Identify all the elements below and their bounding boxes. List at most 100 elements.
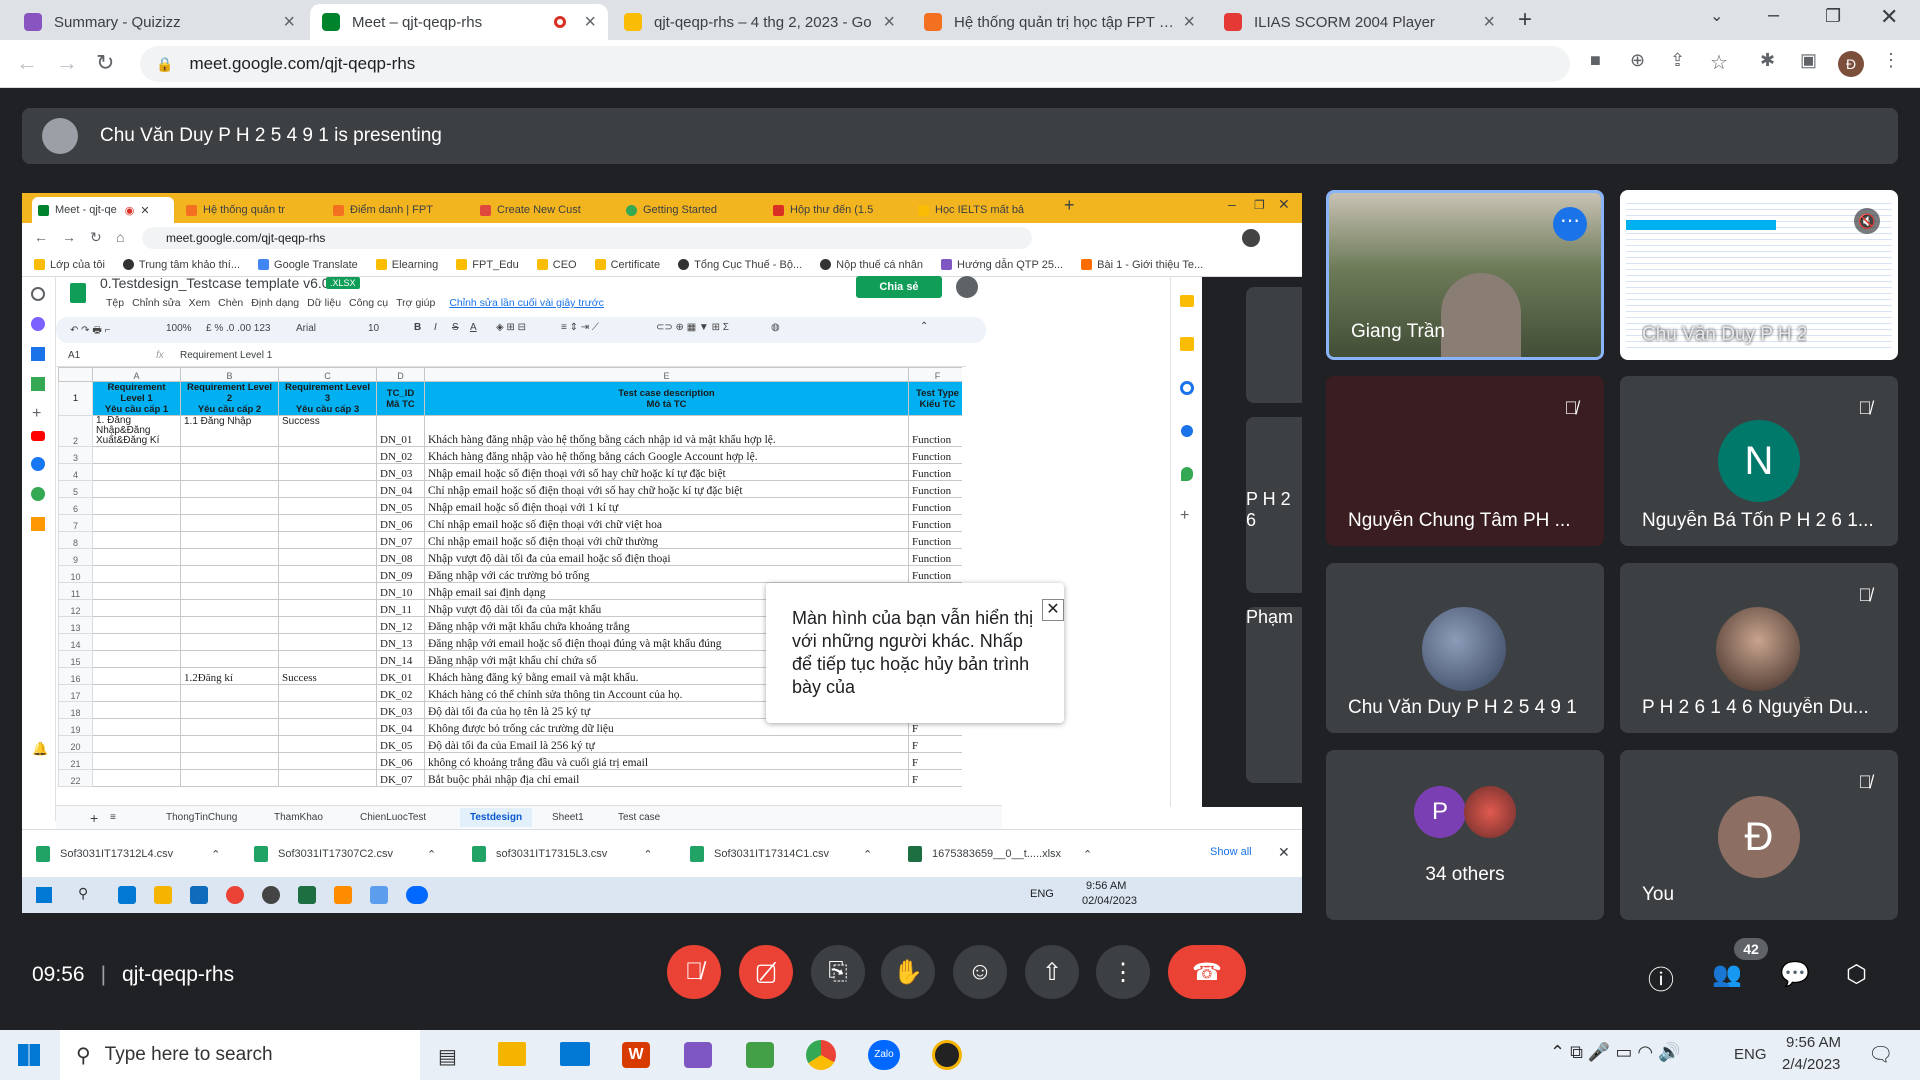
browser-tab[interactable]: Hệ thống quản trị học tập FPT Po × bbox=[912, 4, 1207, 40]
table-cell[interactable]: DN_05 bbox=[376, 497, 425, 515]
reload-icon[interactable]: ↻ bbox=[96, 50, 114, 76]
table-cell[interactable]: DN_06 bbox=[376, 514, 425, 532]
table-cell[interactable]: DK_04 bbox=[376, 718, 425, 736]
table-cell[interactable] bbox=[278, 616, 377, 634]
share-icon[interactable]: ⇪ bbox=[1670, 50, 1685, 71]
table-cell[interactable] bbox=[92, 667, 181, 685]
table-cell[interactable] bbox=[180, 633, 279, 651]
table-cell[interactable] bbox=[278, 497, 377, 515]
table-cell[interactable] bbox=[92, 752, 181, 770]
table-cell[interactable]: Function bbox=[908, 531, 962, 549]
table-cell[interactable]: Chỉ nhập email hoặc số điện thoại với ch… bbox=[424, 514, 909, 532]
table-cell[interactable] bbox=[180, 514, 279, 532]
microphone-off-button[interactable]: 🎙̸ bbox=[667, 945, 721, 999]
table-cell[interactable] bbox=[180, 752, 279, 770]
reactions-button[interactable]: ☺ bbox=[953, 945, 1007, 999]
table-cell[interactable]: Function bbox=[908, 548, 962, 566]
visual-studio-icon[interactable] bbox=[684, 1042, 712, 1068]
participant-tile-others[interactable]: P 34 others bbox=[1326, 750, 1604, 920]
table-cell[interactable] bbox=[278, 548, 377, 566]
chat-icon[interactable]: 💬 bbox=[1780, 960, 1810, 989]
header-cell[interactable]: Test Type Kiểu TC bbox=[908, 381, 962, 416]
table-cell[interactable] bbox=[180, 480, 279, 498]
maximize-icon[interactable]: ❐ bbox=[1825, 6, 1841, 27]
table-cell[interactable] bbox=[278, 599, 377, 617]
table-cell[interactable] bbox=[92, 446, 181, 464]
table-cell[interactable] bbox=[180, 531, 279, 549]
participant-tile[interactable]: 🔇 Chu Văn Duy P H 2 bbox=[1620, 190, 1898, 360]
close-icon[interactable]: ✕ bbox=[1042, 599, 1064, 621]
notifications-icon[interactable]: 🗨 bbox=[1868, 1042, 1893, 1066]
people-icon[interactable]: 👥 bbox=[1712, 960, 1742, 989]
table-cell[interactable]: Success bbox=[278, 415, 377, 447]
table-cell[interactable]: Function bbox=[908, 565, 962, 583]
table-cell[interactable] bbox=[278, 718, 377, 736]
window-close-icon[interactable]: ✕ bbox=[1880, 4, 1898, 30]
table-cell[interactable] bbox=[278, 514, 377, 532]
header-cell[interactable]: TC_ID Mã TC bbox=[376, 381, 425, 416]
new-tab-icon[interactable]: + bbox=[1518, 6, 1532, 34]
table-cell[interactable]: F bbox=[908, 769, 962, 787]
table-cell[interactable] bbox=[180, 650, 279, 668]
column-header[interactable]: C bbox=[278, 367, 377, 382]
header-cell[interactable]: Test case description Mô tả TC bbox=[424, 381, 909, 416]
table-cell[interactable]: Nhập email hoặc số điện thoại với 1 kí t… bbox=[424, 497, 909, 515]
header-cell[interactable]: Requirement Level 3 Yêu cầu cấp 3 bbox=[278, 381, 377, 416]
participant-tile-self[interactable]: 🎙̸ Đ You bbox=[1620, 750, 1898, 920]
participant-tile[interactable]: Chu Văn Duy P H 2 5 4 9 1 bbox=[1326, 563, 1604, 733]
table-cell[interactable]: không có khoảng trắng đầu và cuối giá tr… bbox=[424, 752, 909, 770]
table-cell[interactable]: DK_05 bbox=[376, 735, 425, 753]
table-cell[interactable] bbox=[92, 718, 181, 736]
table-cell[interactable] bbox=[180, 718, 279, 736]
table-cell[interactable]: Function bbox=[908, 497, 962, 515]
windows-start-icon[interactable] bbox=[18, 1044, 40, 1066]
table-cell[interactable]: DN_11 bbox=[376, 599, 425, 617]
activities-icon[interactable]: ⬡ bbox=[1846, 960, 1867, 989]
leave-call-button[interactable]: ☎ bbox=[1168, 945, 1246, 999]
table-cell[interactable] bbox=[92, 599, 181, 617]
table-cell[interactable] bbox=[92, 582, 181, 600]
table-cell[interactable] bbox=[92, 565, 181, 583]
column-header[interactable]: A bbox=[92, 367, 181, 382]
participant-tile[interactable]: 🎙̸ N Nguyễn Bá Tốn P H 2 6 1... bbox=[1620, 376, 1898, 546]
table-cell[interactable] bbox=[278, 446, 377, 464]
table-cell[interactable]: Function bbox=[908, 415, 962, 447]
table-cell[interactable]: Nhập email hoặc số điện thoại với số hay… bbox=[424, 463, 909, 481]
table-cell[interactable] bbox=[278, 582, 377, 600]
table-cell[interactable] bbox=[278, 650, 377, 668]
table-cell[interactable] bbox=[278, 769, 377, 787]
table-cell[interactable]: DN_02 bbox=[376, 446, 425, 464]
table-cell[interactable]: DN_09 bbox=[376, 565, 425, 583]
taskbar-search[interactable]: ⚲ Type here to search bbox=[60, 1030, 420, 1080]
table-cell[interactable] bbox=[92, 531, 181, 549]
table-cell[interactable]: Khách hàng đăng nhập vào hệ thống bằng c… bbox=[424, 415, 909, 447]
table-cell[interactable]: DK_06 bbox=[376, 752, 425, 770]
table-cell[interactable] bbox=[180, 463, 279, 481]
extensions-icon[interactable]: ✱ bbox=[1760, 50, 1775, 71]
table-cell[interactable] bbox=[92, 497, 181, 515]
table-cell[interactable] bbox=[180, 769, 279, 787]
table-cell[interactable]: Function bbox=[908, 514, 962, 532]
table-cell[interactable]: Khách hàng đăng nhập vào hệ thống bằng c… bbox=[424, 446, 909, 464]
table-cell[interactable] bbox=[278, 701, 377, 719]
table-cell[interactable]: DN_01 bbox=[376, 415, 425, 447]
app-icon[interactable] bbox=[746, 1042, 774, 1068]
table-cell[interactable]: Nhập vượt độ dài tối đa của email hoặc s… bbox=[424, 548, 909, 566]
table-cell[interactable]: DN_14 bbox=[376, 650, 425, 668]
table-cell[interactable] bbox=[92, 735, 181, 753]
table-cell[interactable] bbox=[92, 769, 181, 787]
column-header[interactable]: F bbox=[908, 367, 962, 382]
app-icon[interactable] bbox=[932, 1040, 962, 1070]
minimize-icon[interactable]: – bbox=[1768, 4, 1779, 27]
table-cell[interactable]: Chỉ nhập email hoặc số điện thoại với ch… bbox=[424, 531, 909, 549]
info-icon[interactable]: ⓘ bbox=[1648, 960, 1674, 997]
table-cell[interactable]: DK_03 bbox=[376, 701, 425, 719]
table-cell[interactable] bbox=[92, 701, 181, 719]
zoom-icon[interactable]: ⊕ bbox=[1630, 50, 1645, 71]
table-cell[interactable]: DN_08 bbox=[376, 548, 425, 566]
table-cell[interactable] bbox=[278, 752, 377, 770]
table-cell[interactable] bbox=[180, 616, 279, 634]
captions-button[interactable]: ⎘ bbox=[811, 945, 865, 999]
side-panel-icon[interactable]: ▣ bbox=[1800, 50, 1817, 71]
table-cell[interactable]: 1.1 Đăng Nhập bbox=[180, 415, 279, 447]
